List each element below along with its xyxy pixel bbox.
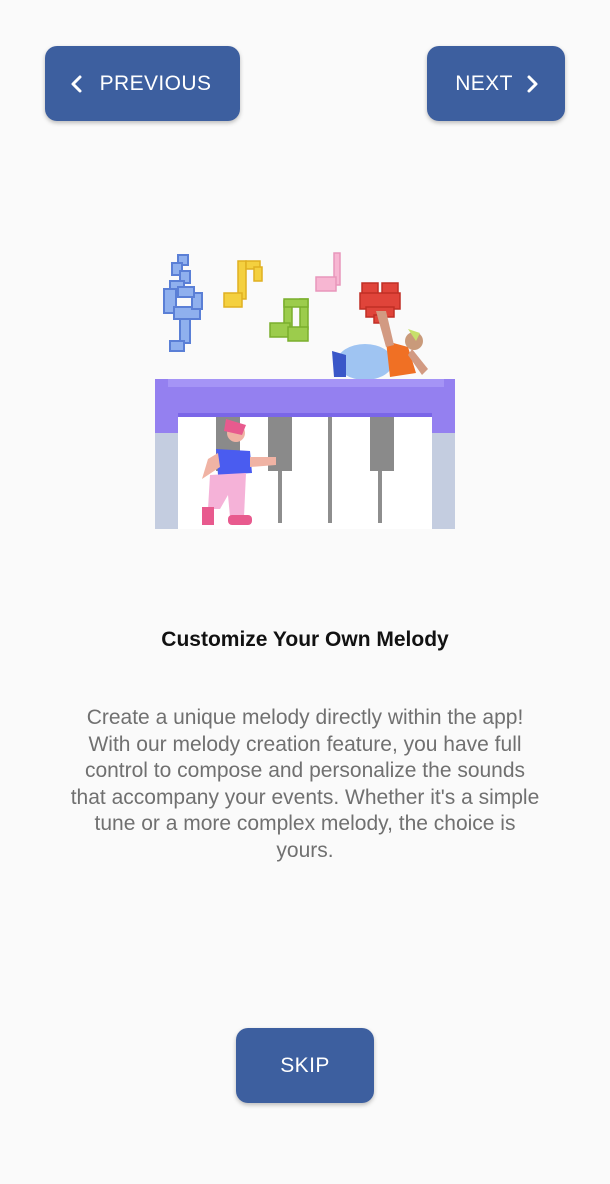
treble-clef-icon bbox=[163, 254, 203, 352]
page-description: Create a unique melody directly within t… bbox=[70, 706, 540, 862]
next-label: NEXT bbox=[455, 71, 513, 95]
chevron-left-icon bbox=[68, 73, 86, 95]
previous-label: PREVIOUS bbox=[99, 71, 212, 95]
page-title: Customize Your Own Melody bbox=[161, 628, 449, 651]
chevron-right-icon bbox=[523, 73, 541, 95]
skip-button[interactable]: SKIP bbox=[236, 1028, 374, 1103]
yellow-note-icon bbox=[223, 260, 263, 308]
next-button[interactable]: NEXT bbox=[427, 46, 565, 121]
green-note-icon bbox=[269, 298, 309, 342]
pink-note-icon bbox=[315, 252, 341, 292]
piano-music-illustration bbox=[150, 245, 460, 535]
skip-label: SKIP bbox=[280, 1053, 330, 1077]
previous-button[interactable]: PREVIOUS bbox=[45, 46, 240, 121]
reclining-person bbox=[332, 311, 428, 380]
piano bbox=[155, 379, 455, 529]
